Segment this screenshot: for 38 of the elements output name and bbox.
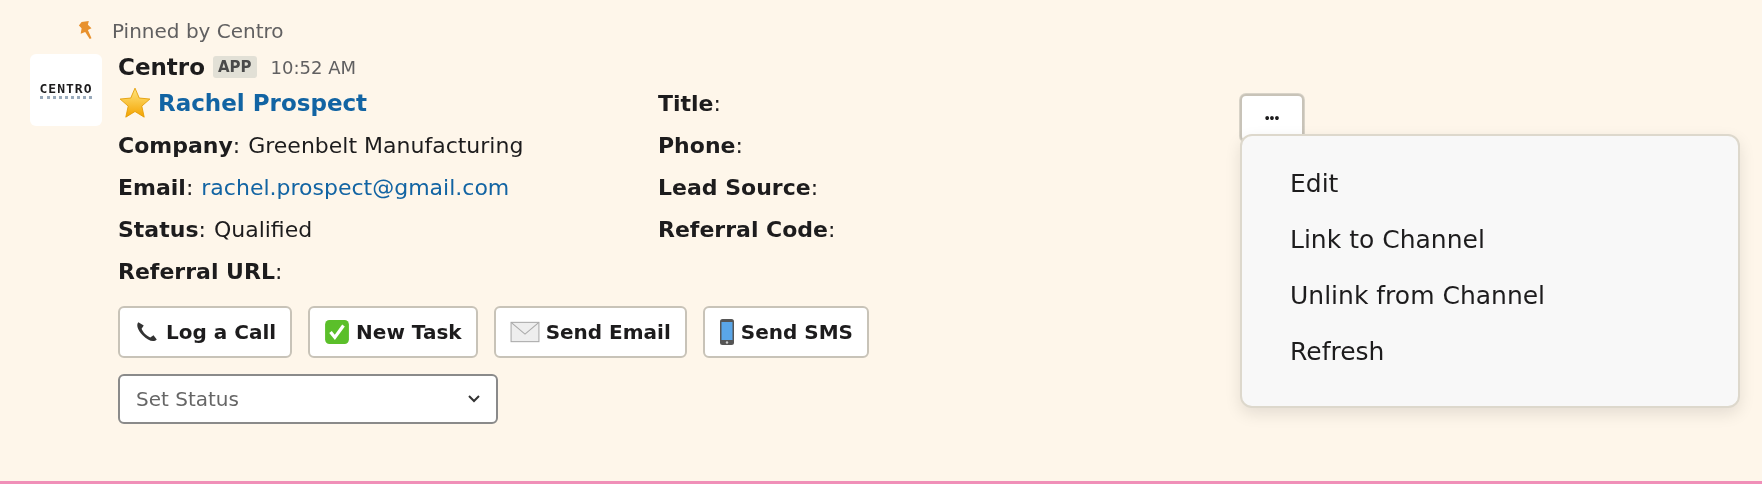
field-separator: : [713,90,721,116]
status-select[interactable]: Set Status [118,374,498,424]
field-value: Greenbelt Manufacturing [248,132,524,158]
menu-item[interactable]: Edit [1290,156,1738,212]
field-label: Email [118,174,186,200]
field-separator: : [185,174,194,200]
action-button[interactable]: Send Email [493,306,687,358]
app-avatar[interactable]: CENTRO [30,54,102,126]
field-separator: : [735,132,743,158]
check-icon [324,319,351,345]
field-value: Qualified [213,216,313,242]
field-label: Lead Source [658,174,811,200]
field-separator: : [274,258,283,284]
menu-item[interactable]: Refresh [1290,324,1738,380]
sender-name[interactable]: Centro [118,54,205,80]
menu-item[interactable]: Unlink from Channel [1290,268,1738,324]
field-label: Referral Code [658,216,829,242]
chevron-down-icon [468,395,480,403]
field-label: Status [118,216,199,242]
field-separator: : [810,174,819,200]
action-button[interactable]: Log a Call [118,306,293,358]
action-button[interactable]: New Task [308,306,478,358]
field-label: Referral URL [118,258,275,284]
envelope-icon [509,321,540,343]
record-link[interactable]: Rachel Prospect [158,90,368,116]
email-link[interactable]: rachel.prospect@gmail.com [201,174,510,200]
pinned-label: Pinned by Centro [112,19,284,43]
action-button[interactable]: Send SMS [702,306,870,358]
field-label: Title [658,90,714,116]
field-separator: : [232,132,241,158]
field-label: Phone [658,132,736,158]
timestamp[interactable]: 10:52 AM [270,56,357,78]
field-label: Company [118,132,233,158]
mobile-phone-icon [718,318,735,346]
field-separator: : [198,216,206,242]
app-badge: APP [213,56,257,78]
menu-item[interactable]: Link to Channel [1290,212,1738,268]
field-separator: : [828,216,836,242]
